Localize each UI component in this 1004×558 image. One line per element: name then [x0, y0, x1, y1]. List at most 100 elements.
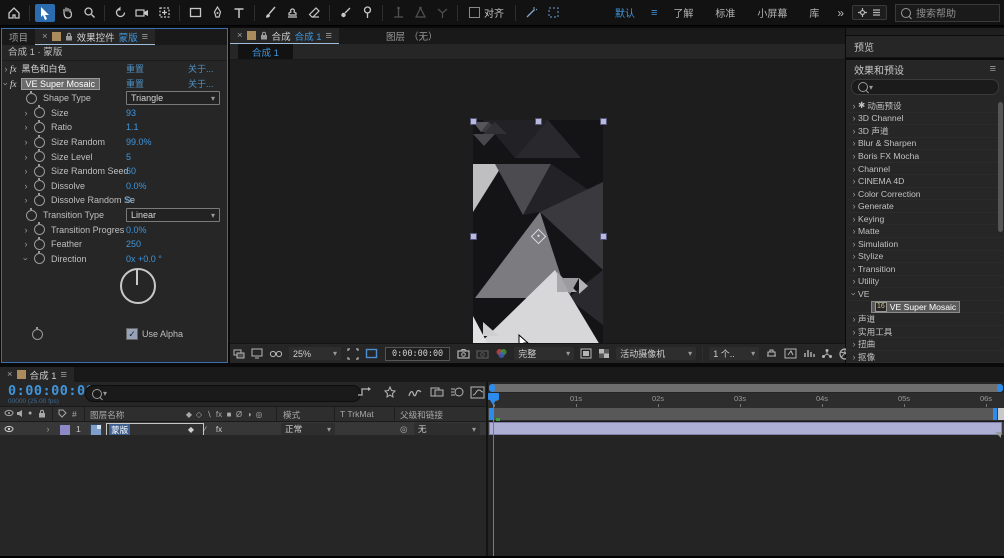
expander-icon[interactable]: › [850, 264, 858, 274]
effect-param-row[interactable]: › Dissolve 0.0% [2, 179, 227, 194]
workspace-tab-library[interactable]: 库 [809, 5, 819, 20]
expander-icon[interactable]: › [850, 138, 858, 148]
effect-reset-link[interactable]: 重置 [126, 77, 144, 90]
expander-icon[interactable]: › [22, 181, 30, 191]
effects-category-row[interactable]: › Keying [846, 213, 1004, 226]
effects-category-row[interactable]: › Blur & Sharpen [846, 138, 1004, 151]
close-icon[interactable]: × [237, 30, 243, 41]
mode-column-label[interactable]: 模式 [283, 409, 300, 421]
effects-category-row[interactable]: › 声道 [846, 313, 1004, 326]
layer-duration-bar[interactable] [489, 422, 1002, 435]
effects-category-row[interactable]: › Simulation [846, 238, 1004, 251]
toggle-mask-path-icon[interactable] [784, 348, 797, 359]
tab-project[interactable]: 项目 [2, 29, 35, 45]
zoom-dropdown[interactable]: 25%▾ [289, 347, 341, 360]
stopwatch-icon[interactable] [34, 151, 45, 162]
expander-icon[interactable]: › [850, 214, 858, 224]
local-axis-mode-icon[interactable] [388, 4, 408, 22]
param-value[interactable]: 0 [126, 195, 131, 205]
expander-icon[interactable]: › [850, 327, 858, 337]
workspace-tab-standard[interactable]: 标准 [715, 5, 735, 20]
tab-layer[interactable]: 图层 （无） [379, 28, 445, 44]
effects-presets-search-input[interactable]: ▾ [851, 79, 999, 95]
selection-handle[interactable] [600, 118, 607, 125]
stopwatch-icon[interactable] [34, 107, 45, 118]
workspace-overflow-icon[interactable]: » [837, 6, 844, 20]
effect-param-row[interactable]: › Direction 0x +0.0 ° [2, 252, 227, 267]
stopwatch-icon[interactable] [34, 253, 45, 264]
expander-icon[interactable]: › [850, 226, 858, 236]
expander-icon[interactable]: › [850, 126, 858, 136]
expander-icon[interactable]: › [22, 122, 30, 132]
stopwatch-icon[interactable] [34, 166, 45, 177]
expander-open-icon[interactable]: › [21, 255, 31, 263]
stopwatch-icon[interactable] [32, 329, 43, 340]
pickwhip-icon[interactable]: ◎ [400, 424, 408, 435]
snap-checkbox[interactable] [469, 7, 480, 18]
zoom-tool-icon[interactable] [79, 4, 99, 22]
channel-rgb-icon[interactable] [495, 348, 508, 359]
param-value[interactable]: 99.0% [126, 137, 152, 147]
expander-icon[interactable]: › [850, 164, 858, 174]
puppet-pin-tool-icon[interactable] [357, 4, 377, 22]
effect-reset-link[interactable]: 重置 [126, 62, 144, 75]
expander-icon[interactable]: › [850, 201, 858, 211]
tab-composition[interactable]: × 合成 合成 1 ≡ [230, 28, 339, 44]
timeline-timecode[interactable]: 0:00:00:00 [8, 383, 94, 399]
stopwatch-icon[interactable] [34, 122, 45, 133]
layer-switches[interactable]: ◆∕fx [184, 424, 226, 434]
expander-icon[interactable]: › [850, 113, 858, 123]
primary-viewer-icon[interactable] [251, 348, 263, 359]
effects-category-row[interactable]: › VE [846, 288, 1004, 301]
effect-name[interactable]: VE Super Mosaic [22, 79, 100, 89]
magnification-glasses-icon[interactable] [269, 349, 283, 358]
timeline-track-area[interactable] [488, 435, 1004, 556]
stopwatch-icon[interactable] [34, 180, 45, 191]
expander-icon[interactable]: › [22, 108, 30, 118]
camera-tool-icon[interactable] [132, 4, 152, 22]
panel-menu-icon[interactable]: ≡ [990, 63, 996, 75]
effects-category-row[interactable]: › Matte [846, 225, 1004, 238]
rotation-tool-icon[interactable] [110, 4, 130, 22]
expander-icon[interactable]: › [850, 151, 858, 161]
view-camera-dropdown[interactable]: 活动摄像机▾ [616, 347, 696, 360]
selected-effect-item[interactable]: 16 VE Super Mosaic [872, 302, 959, 312]
close-icon[interactable]: × [42, 31, 48, 42]
effects-category-row[interactable]: › 抠像 [846, 351, 1004, 363]
stopwatch-icon[interactable] [26, 93, 37, 104]
expander-icon[interactable]: › [850, 314, 858, 324]
effects-category-row[interactable]: › Stylize [846, 251, 1004, 264]
expander-icon[interactable]: › [850, 239, 858, 249]
effect-param-row[interactable]: › Size Random Seed 60 [2, 164, 227, 179]
timeline-empty-area[interactable] [0, 435, 486, 556]
close-icon[interactable]: × [7, 369, 13, 380]
expander-icon[interactable]: › [850, 189, 858, 199]
effects-category-row[interactable]: › ✱ 动画预设 [846, 100, 1004, 113]
hand-tool-icon[interactable] [57, 4, 77, 22]
view-layout-dropdown[interactable]: 1 个..▾ [709, 347, 759, 360]
parent-dropdown[interactable]: 无▾ [414, 423, 480, 435]
playhead[interactable] [488, 393, 499, 405]
always-preview-icon[interactable] [233, 349, 245, 359]
preview-panel[interactable]: 预览 [846, 36, 1004, 58]
selection-handle[interactable] [535, 118, 542, 125]
grid-guides-icon[interactable] [347, 348, 359, 360]
layer-visibility-eye-icon[interactable] [4, 425, 14, 435]
layer-label-color[interactable] [60, 425, 70, 435]
effects-category-row[interactable]: 16 VE Super Mosaic [846, 301, 1004, 314]
effect-row[interactable]: › fx 黑色和白色 重置 关于... [2, 61, 227, 76]
stopwatch-icon[interactable] [26, 210, 37, 221]
effects-category-row[interactable]: › 3D Channel [846, 113, 1004, 126]
layer-switch-icon[interactable]: fx [212, 425, 226, 434]
effect-param-row[interactable]: Transition Type Linear▾ [2, 208, 227, 223]
workspace-tab-default[interactable]: 默认 [615, 5, 635, 20]
effect-about-link[interactable]: 关于... [188, 77, 214, 90]
viewer-canvas[interactable] [230, 60, 845, 344]
effects-category-row[interactable]: › 扭曲 [846, 338, 1004, 351]
work-area-bar[interactable] [488, 408, 1004, 420]
expander-icon[interactable]: › [850, 101, 858, 111]
timeline-search-input[interactable]: ▾ [85, 385, 361, 402]
pan-behind-tool-icon[interactable] [154, 4, 174, 22]
snapshot-icon[interactable] [457, 348, 470, 359]
effect-row[interactable]: › fx VE Super Mosaic 重置 关于... [2, 76, 227, 91]
